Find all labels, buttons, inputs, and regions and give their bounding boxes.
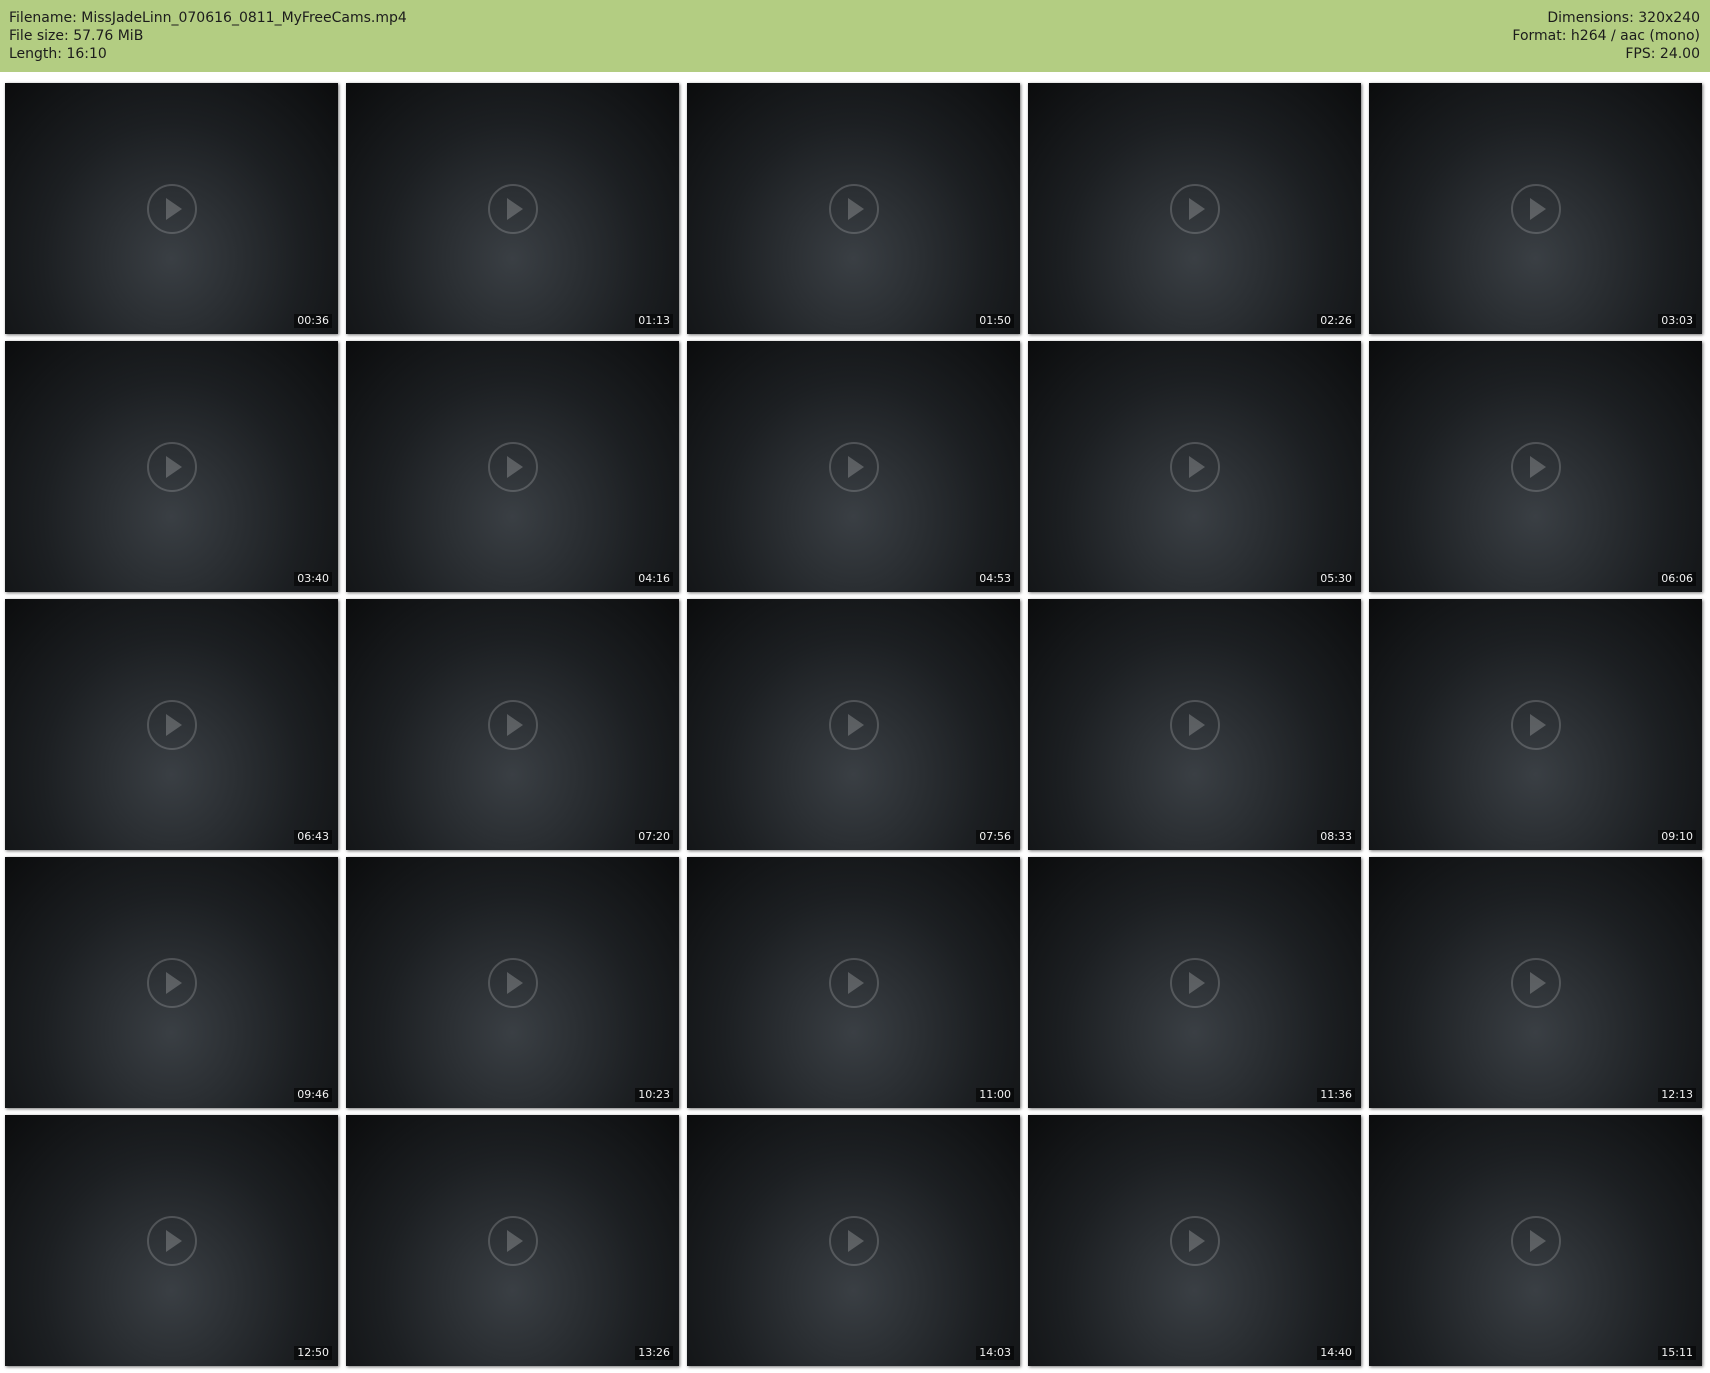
play-icon — [828, 183, 879, 234]
play-icon — [146, 441, 197, 492]
thumbnail-grid: 00:36 01:13 01:50 02:26 03:03 03:40 04:16 04:53… — [5, 83, 1705, 1369]
play-icon — [1510, 1215, 1561, 1266]
video-thumbnail[interactable]: 01:50 — [687, 83, 1020, 334]
timestamp-label: 11:36 — [1317, 1088, 1355, 1102]
play-icon — [146, 957, 197, 1008]
timestamp-label: 08:33 — [1317, 830, 1355, 844]
video-thumbnail[interactable]: 10:23 — [346, 857, 679, 1108]
video-thumbnail[interactable]: 06:06 — [1369, 341, 1702, 592]
length-text: Length: 16:10 — [9, 46, 107, 62]
timestamp-label: 03:40 — [294, 572, 332, 586]
video-thumbnail[interactable]: 02:26 — [1028, 83, 1361, 334]
filename-text: Filename: MissJadeLinn_070616_0811_MyFre… — [9, 10, 407, 26]
play-icon — [1169, 957, 1220, 1008]
play-icon — [828, 441, 879, 492]
dimensions-text: Dimensions: 320x240 — [1547, 10, 1700, 26]
timestamp-label: 03:03 — [1658, 314, 1696, 328]
fps-text: FPS: 24.00 — [1625, 46, 1700, 62]
video-thumbnail[interactable]: 12:13 — [1369, 857, 1702, 1108]
timestamp-label: 01:13 — [635, 314, 673, 328]
media-info: Dimensions: 320x240 Format: h264 / aac (… — [1512, 9, 1700, 63]
video-thumbnail[interactable]: 08:33 — [1028, 599, 1361, 850]
play-icon — [487, 183, 538, 234]
timestamp-label: 01:50 — [976, 314, 1014, 328]
timestamp-label: 06:43 — [294, 830, 332, 844]
timestamp-label: 00:36 — [294, 314, 332, 328]
play-icon — [146, 699, 197, 750]
video-thumbnail[interactable]: 07:56 — [687, 599, 1020, 850]
play-icon — [1169, 183, 1220, 234]
video-thumbnail[interactable]: 11:00 — [687, 857, 1020, 1108]
timestamp-label: 05:30 — [1317, 572, 1355, 586]
timestamp-label: 12:13 — [1658, 1088, 1696, 1102]
video-thumbnail[interactable]: 04:53 — [687, 341, 1020, 592]
play-icon — [487, 699, 538, 750]
video-thumbnail[interactable]: 00:36 — [5, 83, 338, 334]
timestamp-label: 07:20 — [635, 830, 673, 844]
play-icon — [1169, 1215, 1220, 1266]
video-thumbnail[interactable]: 11:36 — [1028, 857, 1361, 1108]
video-thumbnail[interactable]: 14:40 — [1028, 1115, 1361, 1366]
timestamp-label: 14:40 — [1317, 1346, 1355, 1360]
timestamp-label: 02:26 — [1317, 314, 1355, 328]
play-icon — [1510, 957, 1561, 1008]
play-icon — [487, 441, 538, 492]
play-icon — [828, 957, 879, 1008]
play-icon — [828, 1215, 879, 1266]
video-thumbnail[interactable]: 15:11 — [1369, 1115, 1702, 1366]
play-icon — [487, 1215, 538, 1266]
play-icon — [1169, 441, 1220, 492]
format-text: Format: h264 / aac (mono) — [1512, 28, 1700, 44]
video-thumbnail[interactable]: 13:26 — [346, 1115, 679, 1366]
video-thumbnail[interactable]: 01:13 — [346, 83, 679, 334]
info-header: Filename: MissJadeLinn_070616_0811_MyFre… — [0, 0, 1710, 72]
video-thumbnail[interactable]: 03:40 — [5, 341, 338, 592]
video-thumbnail[interactable]: 12:50 — [5, 1115, 338, 1366]
file-info: Filename: MissJadeLinn_070616_0811_MyFre… — [9, 9, 407, 63]
video-thumbnail[interactable]: 06:43 — [5, 599, 338, 850]
timestamp-label: 06:06 — [1658, 572, 1696, 586]
timestamp-label: 13:26 — [635, 1346, 673, 1360]
play-icon — [1510, 699, 1561, 750]
timestamp-label: 12:50 — [294, 1346, 332, 1360]
timestamp-label: 14:03 — [976, 1346, 1014, 1360]
video-thumbnail[interactable]: 04:16 — [346, 341, 679, 592]
video-thumbnail[interactable]: 09:10 — [1369, 599, 1702, 850]
video-thumbnail[interactable]: 05:30 — [1028, 341, 1361, 592]
play-icon — [1510, 183, 1561, 234]
timestamp-label: 10:23 — [635, 1088, 673, 1102]
timestamp-label: 09:10 — [1658, 830, 1696, 844]
timestamp-label: 15:11 — [1658, 1346, 1696, 1360]
timestamp-label: 04:16 — [635, 572, 673, 586]
filesize-text: File size: 57.76 MiB — [9, 28, 144, 44]
play-icon — [1169, 699, 1220, 750]
timestamp-label: 07:56 — [976, 830, 1014, 844]
timestamp-label: 09:46 — [294, 1088, 332, 1102]
video-thumbnail[interactable]: 07:20 — [346, 599, 679, 850]
play-icon — [487, 957, 538, 1008]
video-thumbnail[interactable]: 09:46 — [5, 857, 338, 1108]
play-icon — [828, 699, 879, 750]
video-thumbnail[interactable]: 03:03 — [1369, 83, 1702, 334]
play-icon — [146, 183, 197, 234]
play-icon — [1510, 441, 1561, 492]
timestamp-label: 04:53 — [976, 572, 1014, 586]
timestamp-label: 11:00 — [976, 1088, 1014, 1102]
play-icon — [146, 1215, 197, 1266]
video-thumbnail[interactable]: 14:03 — [687, 1115, 1020, 1366]
